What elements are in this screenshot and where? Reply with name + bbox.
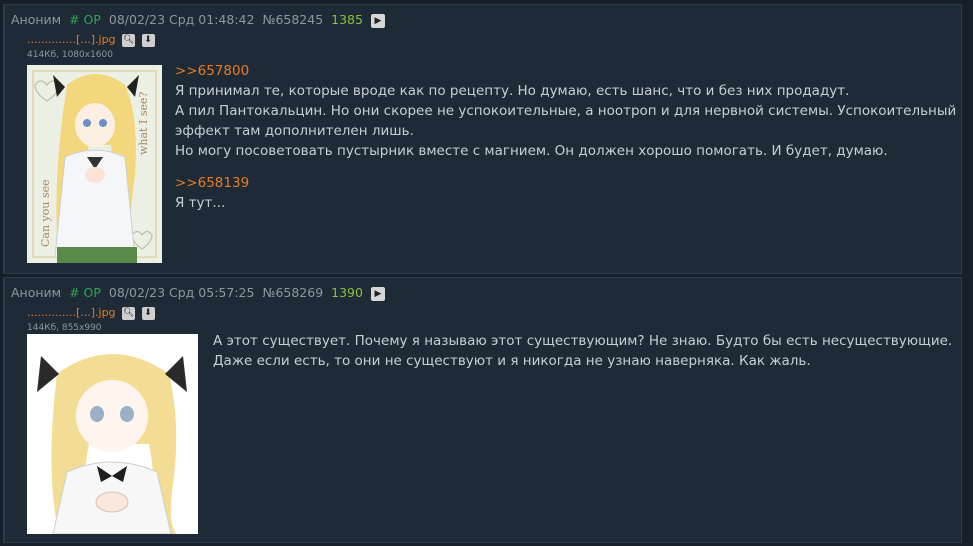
post-text-line: Я тут... [175, 195, 226, 211]
play-icon[interactable]: ▶ [370, 286, 385, 301]
post-datetime: 08/02/23 Срд 01:48:42 [108, 12, 255, 27]
search-icon[interactable]: 🔍︎ [122, 306, 136, 320]
post-text-line: Я принимал те, которые вроде как по реце… [175, 83, 850, 99]
post-body: >>657800 Я принимал те, которые вроде ка… [175, 61, 957, 213]
post-counter: 1385 [331, 12, 363, 27]
post: Аноним # OP 08/02/23 Срд 05:57:25 №65826… [3, 277, 962, 543]
post-text-line: Но могу посоветовать пустырник вместе с … [175, 143, 888, 159]
search-icon[interactable]: 🔍︎ [122, 33, 136, 47]
post: Аноним # OP 08/02/23 Срд 01:48:42 №65824… [3, 4, 962, 274]
post-image-thumbnail[interactable]: Can you see what I see? [27, 65, 162, 263]
post-datetime: 08/02/23 Срд 05:57:25 [108, 285, 255, 300]
reply-quote-link[interactable]: >>658139 [175, 173, 955, 193]
post-text-line: А пил Пантокальцин. Но они скорее не усп… [175, 103, 957, 119]
post-author: Аноним [11, 285, 62, 300]
post-counter: 1390 [331, 285, 363, 300]
file-line: ..............[...].jpg 🔍︎ ⬇ [27, 33, 155, 47]
post-text-line: эффект там дополнителен лишь. [175, 123, 414, 139]
post-header: Аноним # OP 08/02/23 Срд 01:48:42 №65824… [11, 12, 389, 28]
file-info: 414Кб, 1080x1600 [27, 50, 113, 60]
post-number[interactable]: №658269 [262, 285, 323, 300]
op-tag: # OP [69, 12, 101, 27]
file-name-link[interactable]: ..............[...].jpg [27, 33, 116, 46]
play-icon[interactable]: ▶ [370, 13, 385, 28]
post-author: Аноним [11, 12, 62, 27]
post-image-thumbnail[interactable] [27, 334, 198, 534]
post-header: Аноним # OP 08/02/23 Срд 05:57:25 №65826… [11, 285, 389, 301]
download-icon[interactable]: ⬇ [141, 33, 155, 47]
post-text-line: Даже если есть, то они не существуют и я… [213, 353, 811, 369]
post-number[interactable]: №658245 [262, 12, 323, 27]
post-text-line: А этот существует. Почему я называю этот… [213, 333, 953, 349]
image-caption-right: what I see? [137, 92, 150, 155]
file-name-link[interactable]: ..............[...].jpg [27, 306, 116, 319]
file-line: ..............[...].jpg 🔍︎ ⬇ [27, 306, 155, 320]
op-tag: # OP [69, 285, 101, 300]
image-caption-left: Can you see [39, 179, 52, 247]
file-info: 144Кб, 855x990 [27, 323, 102, 333]
reply-quote-link[interactable]: >>657800 [175, 61, 955, 81]
post-body: А этот существует. Почему я называю этот… [213, 331, 953, 371]
download-icon[interactable]: ⬇ [141, 306, 155, 320]
